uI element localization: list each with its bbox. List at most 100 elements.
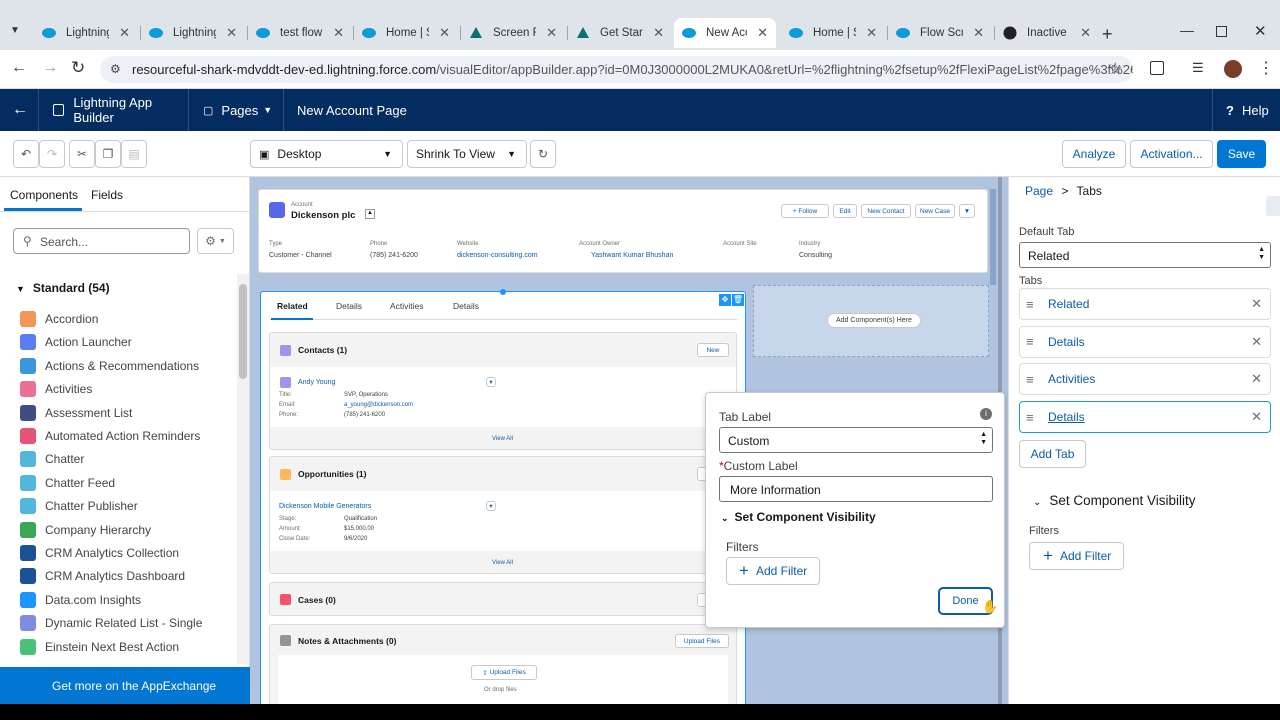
component-item[interactable]: Automated Action Reminders — [20, 425, 200, 447]
new-contact-button[interactable]: New Contact — [861, 204, 911, 218]
view-select[interactable]: Shrink To View ▼ — [407, 140, 527, 168]
browser-tab[interactable]: Home | Sal ✕ — [781, 18, 885, 48]
undo-button[interactable]: ↶ — [13, 140, 39, 168]
component-item[interactable]: CRM Analytics Dashboard — [20, 565, 185, 587]
component-item[interactable]: Einstein Next Best Action — [20, 636, 179, 658]
browser-tab-active[interactable]: New Accou ✕ — [674, 18, 776, 48]
copy-button[interactable]: ❐ — [95, 140, 121, 168]
upload-files-button[interactable]: Upload Files — [675, 634, 729, 648]
contact-row-menu[interactable]: ▾ — [486, 377, 496, 387]
browser-tab[interactable]: Home | Sal ✕ — [354, 18, 458, 48]
canvas-tab[interactable]: Related — [277, 301, 308, 311]
back-arrow-icon[interactable]: ← — [12, 101, 28, 119]
save-button[interactable]: Save — [1217, 140, 1266, 168]
hierarchy-icon[interactable]: ▲ — [365, 209, 375, 219]
url-input[interactable]: ⚙ resourceful-shark-mdvddt-dev-ed.lightn… — [100, 56, 1133, 83]
browser-tab[interactable]: Get Starte ✕ — [568, 18, 672, 48]
close-tab-icon[interactable]: ✕ — [757, 25, 768, 41]
extensions-icon[interactable] — [1150, 61, 1164, 75]
move-handle-icon[interactable]: ✥ — [719, 294, 731, 306]
drag-handle-icon[interactable]: ≡ — [1026, 372, 1038, 387]
default-tab-select[interactable]: Related ▲ ▼ — [1019, 242, 1271, 268]
search-input[interactable]: ⚲ Search... — [13, 228, 190, 254]
breadcrumb-page-link[interactable]: Page — [1025, 184, 1053, 198]
new-case-button[interactable]: New Case — [915, 204, 955, 218]
canvas-tab[interactable]: Activities — [390, 301, 424, 311]
component-item[interactable]: Activities — [20, 378, 92, 400]
panel-collapse-handle[interactable] — [1266, 196, 1280, 216]
opportunity-name-link[interactable]: Dickenson Mobile Generators — [279, 503, 371, 510]
close-tab-icon[interactable]: ✕ — [653, 25, 664, 41]
tab-list-item[interactable]: ≡ Activities ✕ — [1019, 363, 1271, 396]
bookmark-star-icon[interactable]: ☆ — [1108, 59, 1122, 79]
contact-name-link[interactable]: Andy Young — [298, 379, 335, 386]
add-filter-button[interactable]: + Add Filter — [1029, 542, 1124, 570]
highlight-field-value[interactable]: dickenson-consulting.com — [457, 252, 538, 259]
browser-tab[interactable]: Lightning A ✕ — [141, 18, 245, 48]
analyze-button[interactable]: Analyze — [1062, 140, 1126, 168]
back-icon[interactable]: ← — [11, 59, 27, 77]
profile-avatar[interactable] — [1224, 60, 1242, 78]
close-tab-icon[interactable]: ✕ — [226, 25, 237, 41]
device-select[interactable]: ▣ Desktop ▼ — [250, 140, 403, 168]
close-tab-icon[interactable]: ✕ — [439, 25, 450, 41]
component-item[interactable]: Actions & Recommendations — [20, 355, 199, 377]
component-item[interactable]: Chatter — [20, 448, 84, 470]
follow-button[interactable]: + Follow — [781, 204, 829, 218]
component-item[interactable]: Chatter Publisher — [20, 495, 138, 517]
minimize-icon[interactable]: — — [1180, 22, 1194, 38]
close-tab-icon[interactable]: ✕ — [866, 25, 877, 41]
browser-tab[interactable]: test flow to ✕ — [248, 18, 352, 48]
settings-gear-button[interactable]: ⚙ ▼ — [197, 228, 234, 254]
close-tab-icon[interactable]: ✕ — [333, 25, 344, 41]
browser-tab[interactable]: Lightning E ✕ — [34, 18, 138, 48]
visibility-section[interactable]: ⌄ Set Component Visibility — [1033, 493, 1195, 508]
empty-region[interactable]: Add Component(s) Here — [753, 285, 989, 357]
cut-button[interactable]: ✂ — [69, 140, 95, 168]
site-info-icon[interactable]: ⚙ — [110, 56, 121, 83]
drag-handle-icon[interactable]: ≡ — [1026, 410, 1038, 425]
drag-handle-icon[interactable]: ≡ — [1026, 297, 1038, 312]
remove-tab-icon[interactable]: ✕ — [1251, 371, 1262, 387]
close-window-icon[interactable]: ✕ — [1254, 22, 1267, 40]
appexchange-link[interactable]: Get more on the AppExchange — [0, 667, 250, 704]
opportunities-view-all[interactable]: View All — [492, 560, 513, 566]
upload-files-drop-button[interactable]: ⇧ Upload Files — [471, 665, 537, 680]
close-tab-icon[interactable]: ✕ — [546, 25, 557, 41]
new-tab-icon[interactable]: + — [1102, 24, 1113, 45]
standard-section-header[interactable]: ▼ Standard (54) — [16, 281, 110, 295]
tabs-component[interactable]: Related Details Activities Details Contacts… — [260, 291, 746, 704]
visibility-toggle[interactable]: ⌄ Set Component Visibility — [721, 510, 876, 524]
browser-tab[interactable]: Flow Scree ✕ — [888, 18, 992, 48]
media-control-icon[interactable]: ☰ — [1192, 60, 1204, 76]
component-item[interactable]: CRM Analytics Collection — [20, 542, 179, 564]
edit-button[interactable]: Edit — [833, 204, 857, 218]
close-tab-icon[interactable]: ✕ — [119, 25, 130, 41]
tab-search-icon[interactable]: ▼ — [10, 25, 20, 36]
add-filter-button[interactable]: + Add Filter — [726, 557, 820, 585]
paste-button[interactable]: ▤ — [121, 140, 147, 168]
tab-label-select[interactable]: Custom ▲ ▼ — [719, 427, 993, 453]
contacts-view-all[interactable]: View All — [492, 436, 513, 442]
tab-list-item[interactable]: ≡ Related ✕ — [1019, 288, 1271, 320]
tab-list-item[interactable]: ≡ Details ✕ — [1019, 401, 1271, 434]
component-item[interactable]: Company Hierarchy — [20, 519, 151, 541]
new-contact-list-button[interactable]: New — [697, 343, 729, 357]
add-component-button[interactable]: Add Component(s) Here — [827, 313, 921, 328]
scrollbar-thumb[interactable] — [239, 284, 247, 379]
delete-icon[interactable]: 🗑 — [732, 294, 744, 306]
pages-menu[interactable]: ▢ Pages ▼ — [188, 89, 283, 131]
component-item[interactable]: Dynamic Related List - Single — [20, 612, 202, 634]
remove-tab-icon[interactable]: ✕ — [1251, 409, 1262, 425]
help-link[interactable]: ? Help — [1212, 89, 1280, 131]
remove-tab-icon[interactable]: ✕ — [1251, 334, 1262, 350]
component-item[interactable]: Data.com Insights — [20, 589, 141, 611]
component-item[interactable]: Action Launcher — [20, 331, 132, 353]
remove-tab-icon[interactable]: ✕ — [1251, 296, 1262, 312]
close-tab-icon[interactable]: ✕ — [973, 25, 984, 41]
add-tab-button[interactable]: Add Tab — [1019, 440, 1086, 468]
more-actions-button[interactable]: ▼ — [959, 204, 975, 218]
browser-tab[interactable]: Inactive flo ✕ — [995, 18, 1099, 48]
activation-button[interactable]: Activation... — [1130, 140, 1213, 168]
drag-handle-icon[interactable]: ≡ — [1026, 334, 1038, 349]
